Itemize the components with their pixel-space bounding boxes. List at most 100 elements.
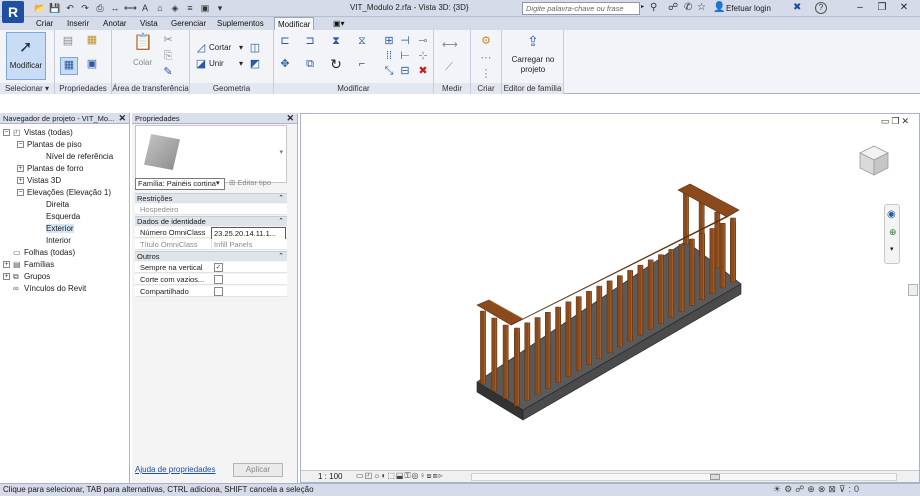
modify-button[interactable]: ➚ Modificar: [6, 32, 46, 80]
binoculars-icon[interactable]: ⚲: [650, 2, 657, 13]
qat-dropdown-icon[interactable]: ▾: [214, 2, 226, 14]
thin-lines-icon[interactable]: ≡: [184, 2, 196, 14]
tab-inserir[interactable]: Inserir: [64, 17, 92, 30]
properties-icon[interactable]: ▦: [60, 57, 78, 75]
type-selector-dropdown[interactable]: Família: Painéis cortina: [135, 178, 225, 190]
more-icon[interactable]: ▹: [439, 471, 444, 480]
create-group-icon[interactable]: ⋮: [479, 67, 493, 81]
tab-modificar[interactable]: Modificar: [274, 17, 315, 30]
measure-distance-icon[interactable]: ⟷: [442, 38, 458, 52]
reveal-hidden-icon[interactable]: ♀: [420, 471, 427, 480]
detail-level-icon[interactable]: ▭: [356, 471, 365, 480]
trim-extend-icon[interactable]: ⌐: [355, 57, 369, 71]
restore-button[interactable]: ❐: [871, 0, 893, 15]
dimension-icon[interactable]: ⟷: [124, 2, 137, 14]
tab-anotar[interactable]: Anotar: [100, 17, 130, 30]
close-icon[interactable]: ✕: [118, 113, 126, 124]
select-pinned-icon[interactable]: ⊗: [818, 484, 829, 494]
select-links-icon[interactable]: ☍: [795, 484, 807, 494]
exchange-apps-icon[interactable]: ✖: [793, 2, 801, 13]
edit-type-button[interactable]: ⊞ Editar tipo: [229, 178, 271, 187]
split-face-icon[interactable]: ◫: [248, 41, 262, 55]
copy-icon[interactable]: ⎘: [161, 49, 175, 63]
filter-icon[interactable]: ⊽: [839, 484, 849, 494]
pin-icon[interactable]: ⊸: [416, 34, 430, 48]
join-label[interactable]: Unir: [209, 59, 224, 68]
lock-view-icon[interactable]: ⚿: [404, 471, 411, 480]
close-window-button[interactable]: ✕: [893, 0, 915, 15]
tree-item-ref-level[interactable]: Nível de referência: [46, 151, 113, 162]
join-icon[interactable]: ◪: [194, 57, 208, 71]
shared-checkbox[interactable]: [214, 287, 223, 296]
apply-button[interactable]: Aplicar: [233, 463, 283, 477]
tree-item-groups[interactable]: + ⧉ Grupos: [3, 271, 50, 282]
tab-criar[interactable]: Criar: [33, 17, 56, 30]
help-button[interactable]: ?: [815, 2, 827, 14]
type-preview-image[interactable]: ▾: [135, 125, 287, 183]
trim-multiple-icon[interactable]: ⊢: [398, 49, 412, 63]
search-input[interactable]: Digite palavra-chave ou frase: [522, 2, 640, 15]
split-icon[interactable]: ⊞: [382, 34, 396, 48]
3d-viewport[interactable]: ▭❐✕ ◉ ⊕ ▾ 1 : 100 ▭◰☼◐⬚⬓⚿◎♀⧈⧇▹: [300, 113, 920, 483]
favorites-star-icon[interactable]: ☆: [697, 2, 706, 13]
open-icon[interactable]: 📂: [34, 2, 46, 14]
tab-vista[interactable]: Vista: [137, 17, 161, 30]
tree-item-all-views[interactable]: − ◰ Vistas (todas): [3, 127, 73, 138]
section-other[interactable]: Outros ⌃: [135, 251, 287, 261]
temp-hide-icon[interactable]: ◎: [412, 471, 420, 480]
redo-icon[interactable]: ↷: [79, 2, 91, 14]
view-scale[interactable]: 1 : 100: [318, 472, 342, 481]
always-vertical-checkbox[interactable]: ✓: [214, 263, 223, 272]
login-button[interactable]: Efetuar login: [726, 4, 771, 13]
paste-icon[interactable]: 📋: [133, 35, 153, 51]
rotate-icon[interactable]: ↻: [329, 57, 343, 71]
family-category-icon[interactable]: ▦: [85, 33, 99, 47]
family-types-icon[interactable]: ▤: [61, 34, 75, 48]
cope-icon[interactable]: ◿: [194, 41, 208, 55]
text-icon[interactable]: A: [139, 2, 151, 14]
print-icon[interactable]: ⎙: [94, 2, 106, 14]
cut-label[interactable]: Cortar: [209, 43, 231, 52]
tree-item-right[interactable]: Direita: [46, 199, 69, 210]
close-icon[interactable]: ✕: [286, 113, 294, 124]
prop-row-omniclass-number[interactable]: Número OmniClass 23.25.20.14.11.1...: [135, 227, 287, 240]
array-icon[interactable]: ⁞⁞: [382, 49, 396, 63]
tree-item-elevations[interactable]: − Elevações (Elevação 1): [17, 187, 111, 198]
tree-item-left[interactable]: Esquerda: [46, 211, 80, 222]
aligned-dimension-icon[interactable]: ⟋: [442, 60, 456, 74]
communication-icon[interactable]: ✆: [684, 2, 692, 13]
cut-with-voids-checkbox[interactable]: [214, 275, 223, 284]
tree-item-exterior[interactable]: Exterior: [46, 223, 74, 234]
section-constraints[interactable]: Restrições ⌃: [135, 193, 287, 203]
section-icon[interactable]: ◈: [169, 2, 181, 14]
tree-item-sheets[interactable]: ▭ Folhas (todas): [3, 247, 75, 258]
tree-item-interior[interactable]: Interior: [46, 235, 71, 246]
paint-icon[interactable]: ◩: [248, 57, 262, 71]
tree-item-3d-views[interactable]: + Vistas 3D: [17, 175, 61, 186]
minimize-button[interactable]: –: [849, 0, 871, 15]
cut-scissors-icon[interactable]: ✂: [161, 33, 175, 47]
create-parts-icon[interactable]: ⋯: [479, 51, 493, 65]
scale-icon[interactable]: ⤡: [382, 64, 396, 78]
tab-suplementos[interactable]: Suplementos: [214, 17, 267, 30]
switch-windows-icon[interactable]: ▣: [199, 2, 211, 14]
copy-element-icon[interactable]: ⧉: [303, 57, 317, 71]
measure-icon[interactable]: ↔: [109, 2, 121, 14]
align-icon[interactable]: ⊏: [278, 34, 292, 48]
load-into-project-button[interactable]: Carregar no projeto: [506, 55, 560, 75]
view-3d-icon[interactable]: ⌂: [154, 2, 166, 14]
properties-help-link[interactable]: Ajuda de propriedades: [135, 465, 216, 474]
mirror-draw-icon[interactable]: ⧖: [355, 34, 369, 48]
tab-gerenciar[interactable]: Gerenciar: [168, 17, 209, 30]
tree-item-ceiling-plans[interactable]: + Plantas de forro: [17, 163, 83, 174]
tree-item-floor-plans[interactable]: − Plantas de piso: [17, 139, 82, 150]
group-label-select[interactable]: Selecionar ▾: [0, 83, 54, 94]
horizontal-scroll-thumb[interactable]: [710, 474, 720, 480]
section-identity[interactable]: Dados de identidade ⌃: [135, 216, 287, 226]
visual-style-icon[interactable]: ◰: [365, 471, 374, 480]
save-icon[interactable]: 💾: [49, 2, 61, 14]
tree-item-revit-links[interactable]: ∞ Vínculos do Revit: [3, 283, 86, 294]
undo-icon[interactable]: ↶: [64, 2, 76, 14]
design-options-icon[interactable]: ⚙: [784, 484, 795, 494]
move-icon[interactable]: ✥: [278, 57, 292, 71]
